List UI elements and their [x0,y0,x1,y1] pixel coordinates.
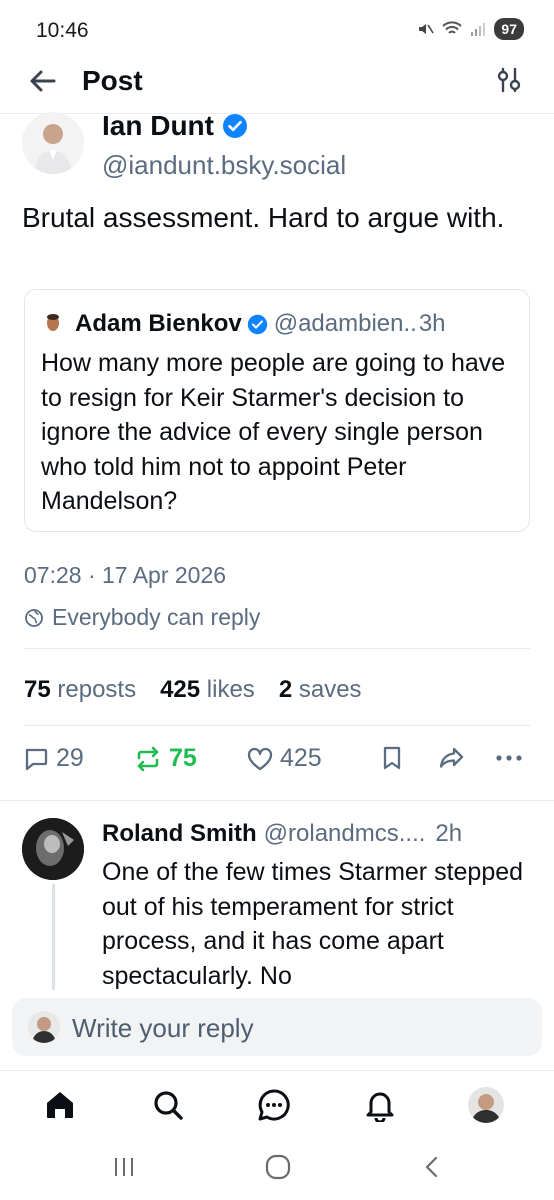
bookmark-icon [383,746,401,770]
nav-home[interactable] [40,1085,80,1125]
author-name-row: Ian Dunt [102,110,248,142]
saves-label: saves [298,676,362,703]
reply-permission: Everybody can reply [24,604,260,631]
thread-line [52,884,55,994]
share-icon [439,747,464,768]
header-divider [0,113,554,114]
likes-stat[interactable]: 425 likes [160,676,255,704]
reply-input[interactable]: Write your reply [12,998,542,1056]
mute-icon [419,24,435,34]
back-arrow-icon [30,70,56,92]
signal-icon [471,23,486,36]
likes-count: 425 [160,676,201,703]
reply-author-handle[interactable]: @rolandmcs.... [264,820,426,848]
status-time: 10:46 [36,19,89,42]
divider [24,648,530,649]
wifi-icon [442,21,463,34]
reposts-label: reposts [57,676,137,703]
section-divider [0,800,554,801]
likes-label: likes [206,676,255,703]
saves-count: 2 [278,676,293,703]
author-avatar[interactable] [22,112,84,174]
reply-text[interactable]: One of the few times Starmer stepped out… [102,855,532,993]
post-timestamp: 07:28 · 17 Apr 2026 [24,562,227,588]
avatar [468,1087,504,1123]
nav-chat[interactable] [254,1085,294,1125]
reply-author-name[interactable]: Roland Smith [102,820,257,848]
reply-count: 29 [56,744,84,772]
home-circle-icon [265,1154,291,1180]
reply-composer: Write your reply [0,990,554,1066]
post-text: Brutal assessment. Hard to argue with. [22,202,505,233]
user-avatar [28,1011,60,1043]
recents-icon [115,1158,133,1176]
back-icon [425,1156,438,1178]
reply-header: Roland Smith @rolandmcs.... 2h [102,820,462,848]
system-home-button[interactable] [258,1152,298,1182]
status-bar: 10:46 97 [0,0,554,60]
chat-icon [258,1089,290,1121]
more-options-button[interactable] [494,744,524,772]
reposts-count: 75 [24,676,51,703]
quote-text: How many more people are going to have t… [41,349,506,515]
post-actions: 29 75 425 [0,744,554,784]
search-icon [154,1091,183,1120]
nav-notifications[interactable] [360,1085,400,1125]
recents-button[interactable] [104,1152,144,1182]
author-handle[interactable]: @iandunt.bsky.social [102,150,346,181]
reply-button[interactable]: 29 [22,744,84,773]
avatar-photo [41,312,65,336]
app-header: Post [0,56,554,110]
battery-badge: 97 [494,18,524,40]
like-button[interactable]: 425 [246,744,322,773]
home-icon [47,1092,73,1118]
saves-stat[interactable]: 2 saves [279,676,362,704]
quoted-post[interactable]: Adam Bienkov @adambien.. 3h How many mor… [24,289,530,532]
reply-icon [25,748,48,770]
avatar-photo [22,818,84,880]
globe-icon [25,608,43,627]
thread-options-button[interactable] [496,66,522,94]
bottom-nav [0,1070,554,1140]
author-name[interactable]: Ian Dunt [102,110,214,142]
repost-icon [137,746,159,771]
bell-icon [366,1092,394,1122]
divider [24,725,530,726]
heart-icon [247,747,273,770]
reply-author-avatar[interactable] [22,818,84,880]
like-count: 425 [280,744,322,772]
repost-count: 75 [169,744,197,772]
page-title: Post [82,65,143,96]
quote-avatar [41,312,65,336]
reposts-stat[interactable]: 75 reposts [24,676,136,704]
quote-author-name: Adam Bienkov [75,310,242,337]
bookmark-button[interactable] [380,744,404,772]
avatar-photo [28,1011,60,1043]
more-icon [496,755,522,761]
quote-header: Adam Bienkov @adambien.. 3h [41,310,446,338]
avatar-photo [22,112,84,174]
reply-time: 2h [435,820,463,847]
reply-permission-label: Everybody can reply [52,604,261,630]
system-nav [0,1140,554,1200]
quote-author-handle: @adambien.. [273,310,417,337]
verified-badge-icon [223,114,247,138]
verified-badge-icon [247,314,267,334]
status-icons: 97 [416,18,524,40]
share-button[interactable] [436,744,466,772]
system-back-button[interactable] [412,1152,452,1182]
repost-button[interactable]: 75 [133,744,197,773]
back-button[interactable] [26,64,60,98]
quote-time: 3h [418,310,446,337]
reply-placeholder: Write your reply [72,1013,254,1043]
filter-icon [497,67,521,93]
post-stats: 75 reposts 425 likes 2 saves [24,676,362,704]
nav-profile[interactable] [466,1085,506,1125]
nav-search[interactable] [148,1085,188,1125]
